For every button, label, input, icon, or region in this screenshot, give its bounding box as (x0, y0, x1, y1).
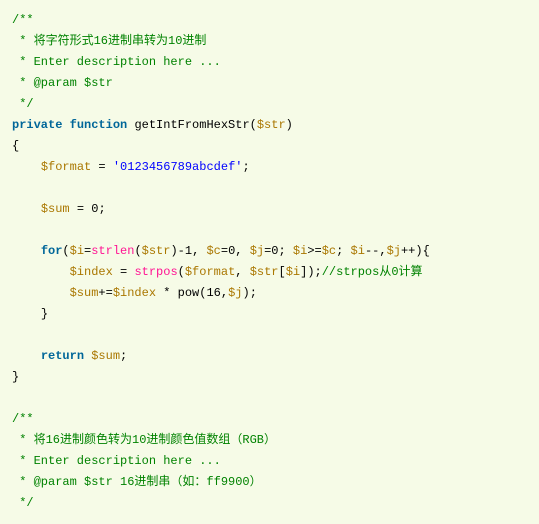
comma: , (221, 286, 228, 300)
code-block: /** * 将字符形式16进制串转为10进制 * Enter descripti… (12, 10, 527, 514)
var-i: $i (286, 265, 300, 279)
paren: ( (250, 118, 257, 132)
eq0: =0; (264, 244, 293, 258)
var-i: $i (293, 244, 307, 258)
comment-line: /** (12, 412, 34, 426)
function-name: getIntFromHexStr (134, 118, 249, 132)
sep: ; (336, 244, 350, 258)
semi: ; (315, 265, 322, 279)
dec: --, (365, 244, 387, 258)
paren: ) (286, 118, 293, 132)
comment-line: * @param $str (12, 76, 113, 90)
keyword-return: return (41, 349, 84, 363)
var-str: $str (142, 244, 171, 258)
string-literal: '0123456789abcdef' (113, 160, 243, 174)
paren: ) (242, 286, 249, 300)
var-c: $c (322, 244, 336, 258)
fn-strpos: strpos (134, 265, 177, 279)
paren: ) (170, 244, 177, 258)
brace: } (12, 370, 19, 384)
comment-line: * 将16进制颜色转为10进制颜色值数组（RGB） (12, 433, 276, 447)
num-16: 16 (206, 286, 220, 300)
comment-line: * Enter description here ... (12, 55, 221, 69)
var-j: $j (228, 286, 242, 300)
var-format: $format (41, 160, 91, 174)
minus1: -1, (178, 244, 207, 258)
semi: ; (242, 160, 249, 174)
semi: ; (250, 286, 257, 300)
inc: ++){ (401, 244, 430, 258)
brace: } (41, 307, 48, 321)
op-eq: = (113, 265, 135, 279)
var-str: $str (257, 118, 286, 132)
var-sum: $sum (41, 202, 70, 216)
op-eq: = (91, 160, 113, 174)
paren: ) (307, 265, 314, 279)
bracket: [ (279, 265, 286, 279)
comment-line: /** (12, 13, 34, 27)
keyword-private: private (12, 118, 62, 132)
fn-strlen: strlen (91, 244, 134, 258)
paren: ( (178, 265, 185, 279)
brace: { (12, 139, 19, 153)
paren: ( (134, 244, 141, 258)
var-format: $format (185, 265, 235, 279)
eq0: =0, (221, 244, 250, 258)
var-c: $c (206, 244, 220, 258)
comma: , (235, 265, 249, 279)
var-index: $index (70, 265, 113, 279)
op-ge: >= (307, 244, 321, 258)
semi: ; (98, 202, 105, 216)
var-str: $str (250, 265, 279, 279)
var-j: $j (250, 244, 264, 258)
comment-line: * Enter description here ... (12, 454, 221, 468)
comment-inline: //strpos从0计算 (322, 265, 423, 279)
comment-line: * @param $str 16进制串（如：ff9900） (12, 475, 262, 489)
keyword-function: function (70, 118, 128, 132)
comment-line: */ (12, 97, 34, 111)
paren: ( (62, 244, 69, 258)
op-pluseq: += (98, 286, 112, 300)
comment-line: * 将字符形式16进制串转为10进制 (12, 34, 206, 48)
semi: ; (120, 349, 127, 363)
op-eq: = (70, 202, 92, 216)
var-j: $j (387, 244, 401, 258)
var-index: $index (113, 286, 156, 300)
var-sum: $sum (70, 286, 99, 300)
fn-pow: pow (178, 286, 200, 300)
op-mul: * (156, 286, 178, 300)
var-i: $i (351, 244, 365, 258)
var-sum: $sum (91, 349, 120, 363)
comment-line: */ (12, 496, 34, 510)
keyword-for: for (41, 244, 63, 258)
var-i: $i (70, 244, 84, 258)
